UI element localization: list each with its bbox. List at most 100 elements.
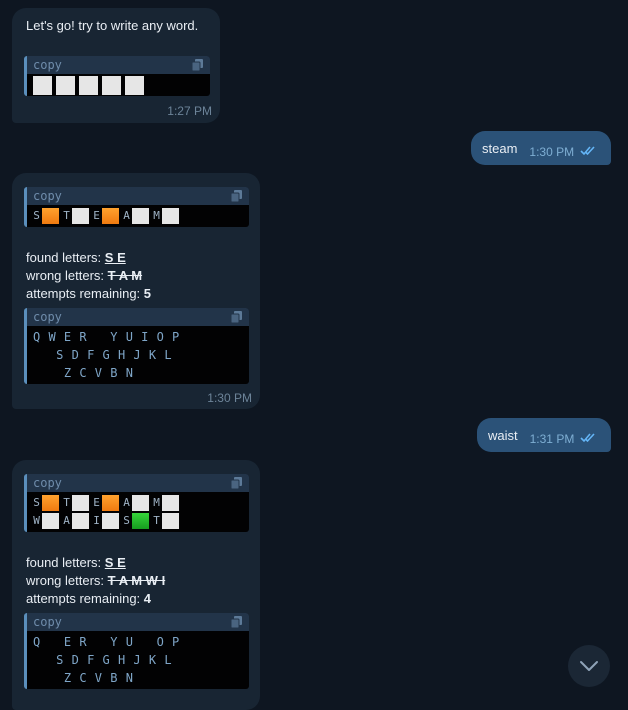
scroll-down-button[interactable] [568, 645, 610, 687]
wrong-label: wrong letters: [26, 268, 108, 283]
empty-tile [125, 75, 144, 95]
empty-tile [42, 513, 59, 529]
found-letters: found letters: S E [26, 250, 126, 266]
empty-tile [79, 75, 98, 95]
guess-grid-block[interactable]: copy S T E A M W A I S T [24, 474, 249, 532]
attempts-value: 5 [143, 286, 152, 301]
present-tile [42, 208, 59, 224]
empty-tile [33, 75, 52, 95]
message-text: Let's go! try to write any word. [26, 18, 199, 33]
found-label: found letters: [26, 250, 105, 265]
tile-letter: W [33, 514, 40, 527]
tile-letter: E [93, 496, 100, 509]
code-header: copy [27, 613, 249, 631]
message-time: 1:27 PM [167, 104, 212, 118]
empty-tile [132, 495, 149, 511]
tile-letter: S [33, 209, 40, 222]
empty-tile [72, 513, 89, 529]
correct-tile [132, 513, 149, 529]
empty-tile [72, 208, 89, 224]
keyboard-block[interactable]: copy Q W E R Y U I O P S D F G H J K L Z… [24, 308, 249, 384]
found-label: found letters: [26, 555, 105, 570]
message-text: waist [488, 427, 518, 443]
empty-tile [132, 208, 149, 224]
copy-icon[interactable] [231, 190, 242, 202]
code-copy-label: copy [33, 476, 62, 490]
attempts-label: attempts remaining: [26, 591, 144, 606]
guess-row: W A I S T [32, 512, 243, 530]
keyboard-letters: Q W E R Y U I O P S D F G H J K L Z C V … [27, 326, 249, 384]
empty-tile [72, 495, 89, 511]
code-header: copy [27, 187, 249, 205]
message-text: steam [482, 140, 518, 156]
code-content [27, 74, 210, 96]
code-header: copy [27, 56, 210, 74]
attempts-label: attempts remaining: [26, 286, 144, 301]
code-copy-label: copy [33, 615, 62, 629]
tile-letter: T [63, 209, 70, 222]
wrong-letters: wrong letters: T A M W I [26, 573, 165, 589]
message-result-1: copy S T E A M found letters: S E wrong … [12, 173, 260, 409]
tile-letter: I [93, 514, 100, 527]
tile-letter: A [123, 209, 130, 222]
wrong-value: T A M W I [107, 573, 166, 588]
code-copy-label: copy [33, 310, 62, 324]
empty-tile [162, 208, 179, 224]
tile-letter: E [93, 209, 100, 222]
found-value: S E [104, 555, 126, 570]
empty-tile [162, 513, 179, 529]
tile-letter: S [123, 514, 130, 527]
attempts-remaining: attempts remaining: 4 [26, 591, 151, 607]
message-user-steam: steam 1:30 PM [471, 131, 611, 165]
message-time: 1:30 PM [207, 391, 252, 405]
code-copy-label: copy [33, 189, 62, 203]
keyboard-row-3: Z C V B N [33, 366, 134, 380]
guess-row: S T E A M [32, 207, 243, 225]
guess-row: S T E A M [32, 494, 243, 512]
keyboard-row-1: Q W E R Y U I O P [33, 330, 180, 344]
message-user-waist: waist 1:31 PM [477, 418, 611, 452]
keyboard-row-1: Q E R Y U O P [33, 635, 180, 649]
tile-letter: T [63, 496, 70, 509]
code-copy-label: copy [33, 58, 62, 72]
copy-icon[interactable] [231, 616, 242, 628]
empty-tile [162, 495, 179, 511]
code-header: copy [27, 474, 249, 492]
code-block[interactable]: copy [24, 56, 210, 96]
message-result-2: copy S T E A M W A I S T found letters: … [12, 460, 260, 710]
found-value: S E [104, 250, 126, 265]
code-header: copy [27, 308, 249, 326]
keyboard-block[interactable]: copy Q E R Y U O P S D F G H J K L Z C V… [24, 613, 249, 689]
message-intro: Let's go! try to write any word. copy 1:… [12, 8, 220, 123]
copy-icon[interactable] [192, 59, 203, 71]
empty-tile [56, 75, 75, 95]
double-check-icon [580, 146, 596, 156]
wrong-value: T A M [107, 268, 143, 283]
double-check-icon [580, 433, 596, 443]
tile-letter: T [153, 514, 160, 527]
found-letters: found letters: S E [26, 555, 126, 571]
keyboard-row-3: Z C V B N [33, 671, 134, 685]
keyboard-letters: Q E R Y U O P S D F G H J K L Z C V B N [27, 631, 249, 689]
present-tile [102, 495, 119, 511]
tile-letter: S [33, 496, 40, 509]
tile-letter: M [153, 496, 160, 509]
wrong-letters: wrong letters: T A M [26, 268, 142, 284]
keyboard-row-2: S D F G H J K L [33, 653, 173, 667]
empty-tile [102, 75, 121, 95]
attempts-value: 4 [143, 591, 152, 606]
copy-icon[interactable] [231, 477, 242, 489]
tile-letter: A [63, 514, 70, 527]
attempts-remaining: attempts remaining: 5 [26, 286, 151, 302]
keyboard-row-2: S D F G H J K L [33, 348, 173, 362]
present-tile [42, 495, 59, 511]
tile-letter: A [123, 496, 130, 509]
empty-tile [102, 513, 119, 529]
guess-grid: S T E A M [27, 205, 249, 227]
present-tile [102, 208, 119, 224]
message-time: 1:30 PM [529, 145, 575, 159]
copy-icon[interactable] [231, 311, 242, 323]
tile-letter: M [153, 209, 160, 222]
message-time: 1:31 PM [529, 432, 575, 446]
guess-grid-block[interactable]: copy S T E A M [24, 187, 249, 227]
